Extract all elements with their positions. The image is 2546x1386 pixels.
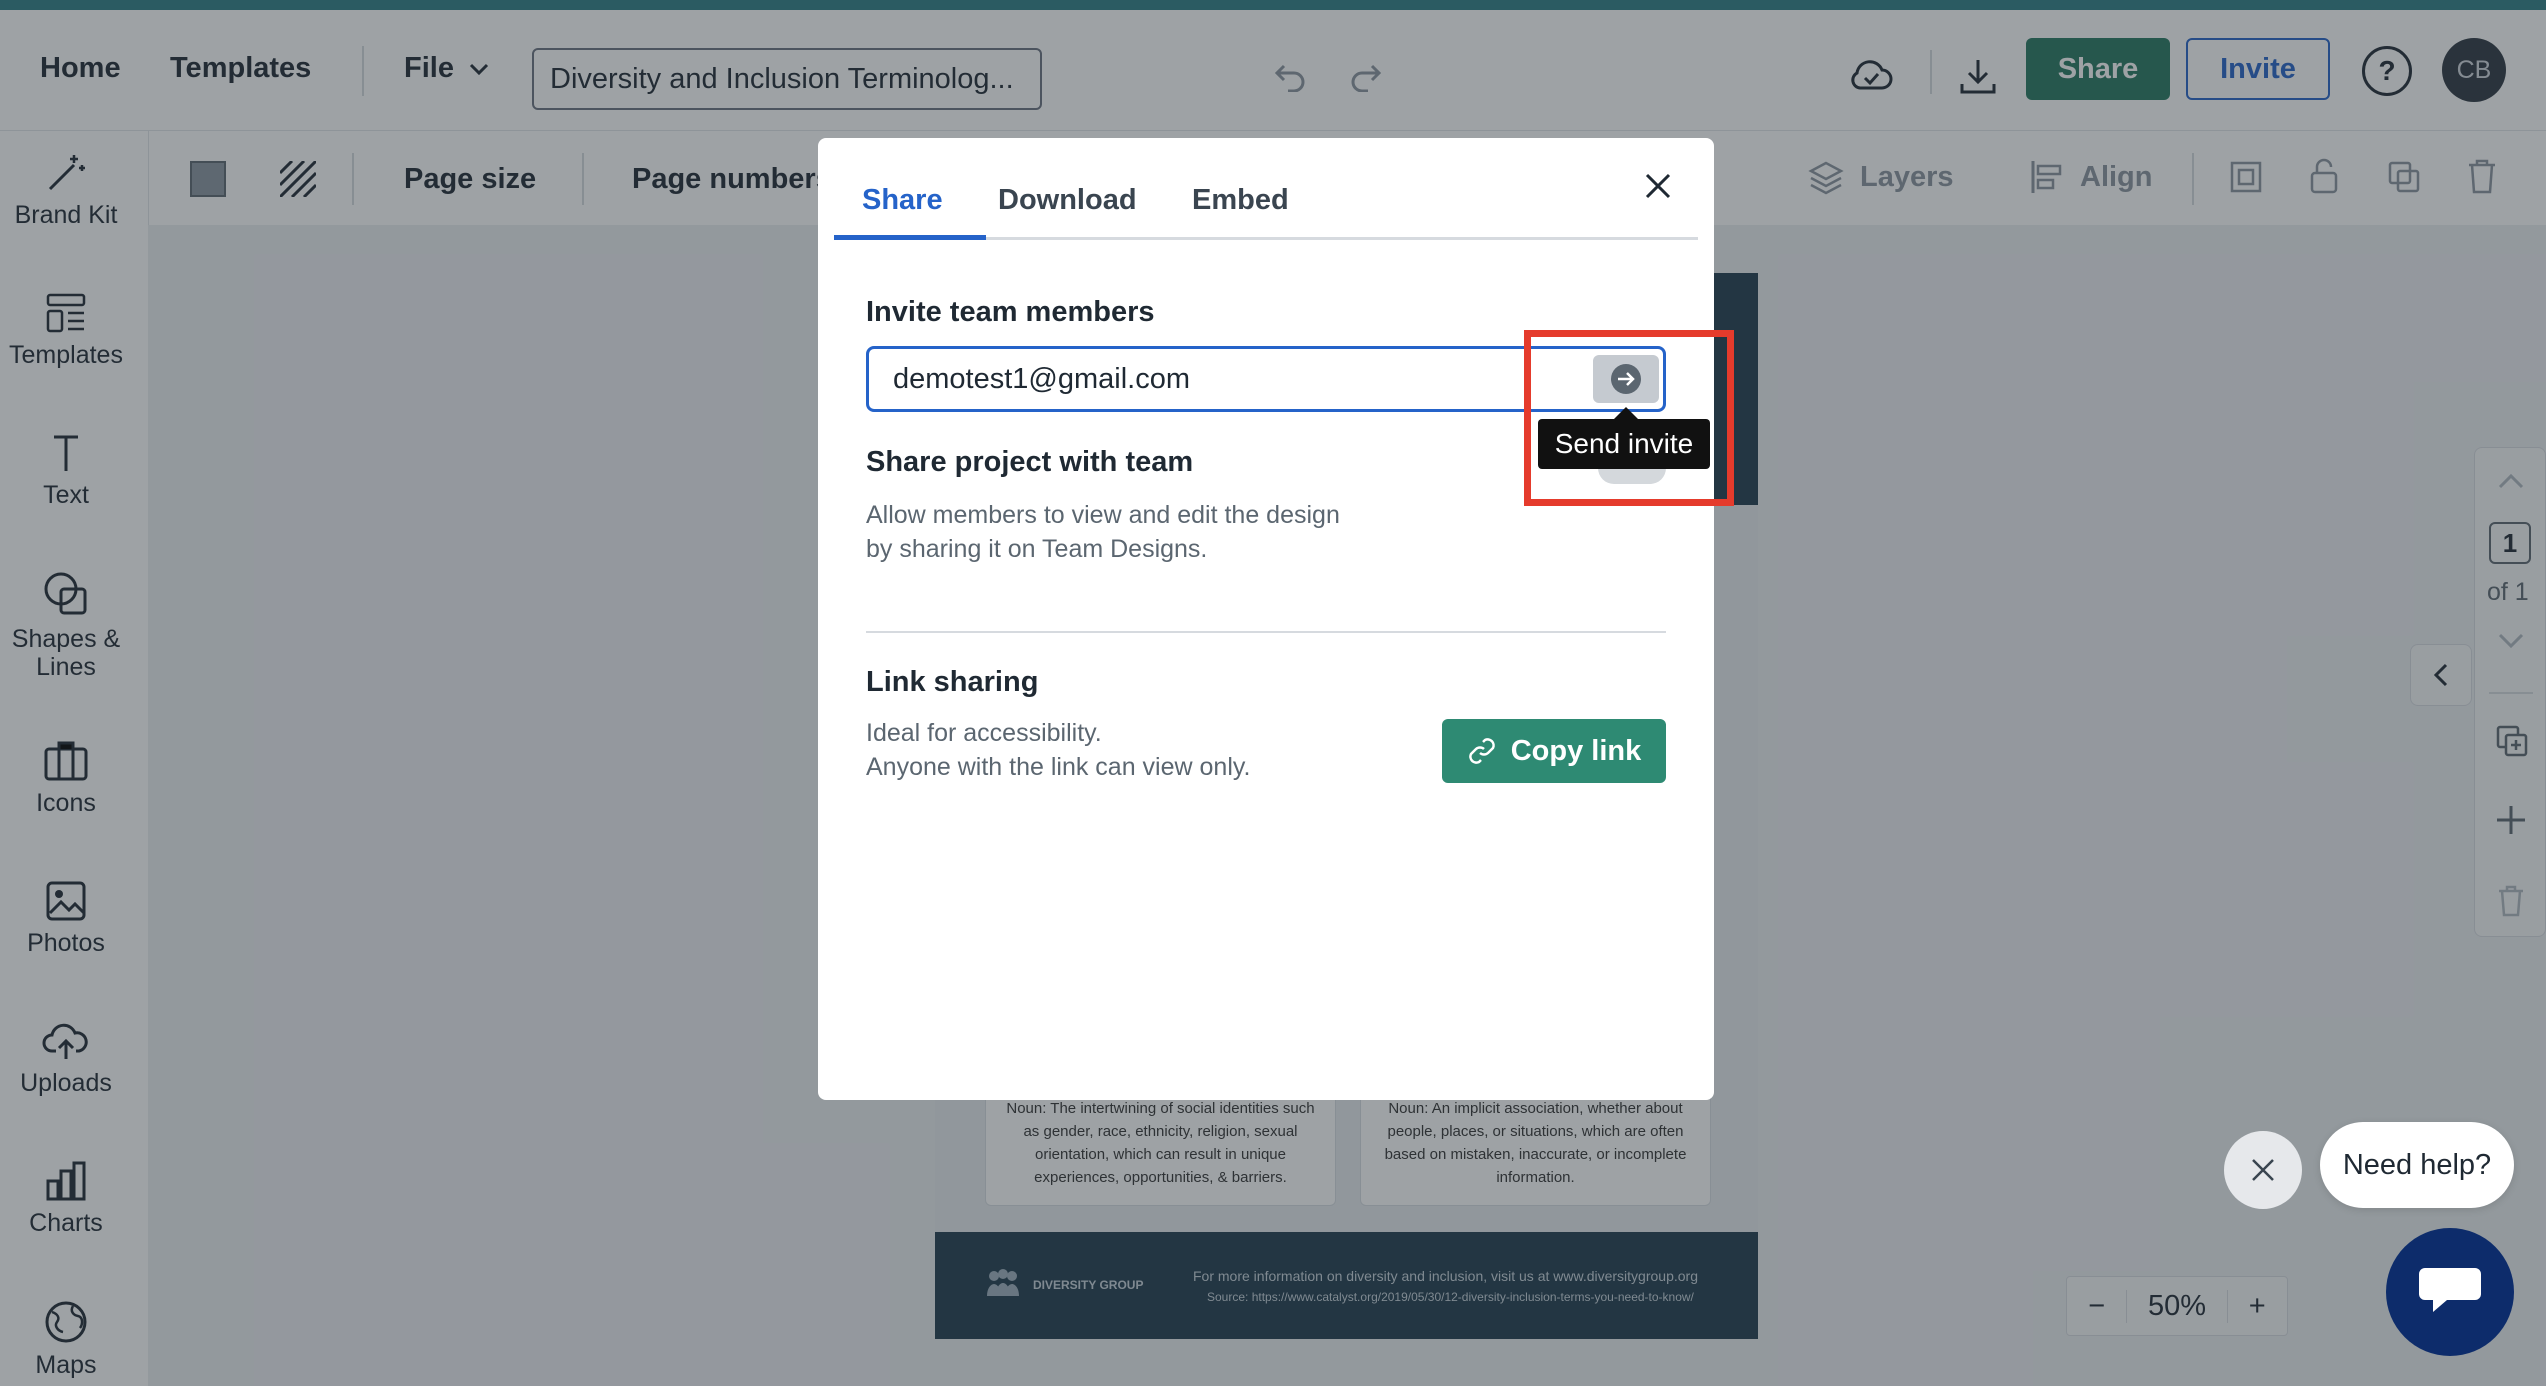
need-help-bubble[interactable]: Need help?: [2320, 1122, 2514, 1208]
close-icon[interactable]: [1644, 172, 1672, 200]
copy-link-button[interactable]: Copy link: [1442, 719, 1666, 783]
highlight-box: [1524, 330, 1734, 506]
copy-link-label: Copy link: [1510, 734, 1642, 767]
share-dialog: Share Download Embed Invite team members…: [818, 138, 1714, 1100]
link-sharing-desc-1: Ideal for accessibility.: [866, 719, 1102, 747]
tab-download[interactable]: Download: [998, 184, 1137, 217]
active-tab-indicator: [834, 235, 986, 240]
link-icon: [1468, 738, 1495, 764]
link-sharing-desc-2: Anyone with the link can view only.: [866, 753, 1251, 781]
close-icon: [2252, 1159, 2274, 1181]
share-team-desc-1: Allow members to view and edit the desig…: [866, 501, 1340, 529]
section-divider: [866, 631, 1666, 633]
share-team-desc-2: by sharing it on Team Designs.: [866, 535, 1208, 563]
invite-heading: Invite team members: [866, 296, 1155, 328]
chat-icon: [2419, 1268, 2481, 1312]
tab-share[interactable]: Share: [862, 184, 943, 217]
link-sharing-heading: Link sharing: [866, 666, 1039, 698]
tab-embed[interactable]: Embed: [1192, 184, 1289, 217]
close-help-button[interactable]: [2224, 1131, 2302, 1209]
chat-launcher-button[interactable]: [2386, 1228, 2514, 1356]
share-team-heading: Share project with team: [866, 446, 1194, 478]
